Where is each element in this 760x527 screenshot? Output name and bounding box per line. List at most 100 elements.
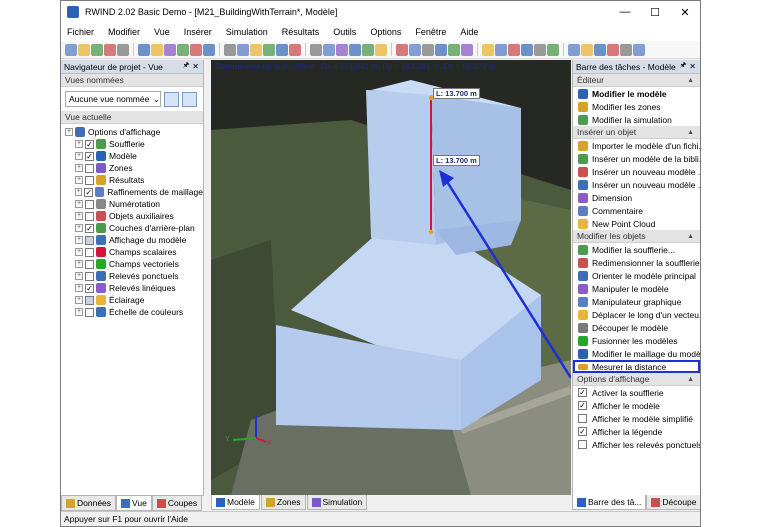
tree-item[interactable]: + ✓ Raffinements de maillage — [61, 186, 203, 198]
view-tab-1[interactable]: Zones — [260, 495, 306, 510]
apply-view-button[interactable] — [164, 91, 179, 107]
tree-item[interactable]: + Échelle de couleurs — [61, 306, 203, 318]
toolbar-tool-icon[interactable] — [151, 43, 163, 56]
task-resize[interactable]: Redimensionner la soufflerie — [573, 256, 700, 269]
menu-item-0[interactable]: Fichier — [67, 27, 94, 37]
3d-viewport[interactable]: Dimensions de la soufflerie : Dx = 171.9… — [211, 60, 571, 495]
tree-item[interactable]: + ✓ Modèle — [61, 150, 203, 162]
task-graphic-manipulator[interactable]: Manipulateur graphique — [573, 295, 700, 308]
expand-icon[interactable]: + — [65, 128, 73, 136]
maximize-button[interactable]: ☐ — [640, 1, 670, 23]
right-tab-0[interactable]: Barre des tâ... — [572, 495, 647, 510]
title-bar[interactable]: RWIND 2.02 Basic Demo - [M21_BuildingWit… — [61, 1, 700, 23]
left-tab-0[interactable]: Données — [61, 496, 117, 511]
tree-item[interactable]: + ✓ Soufflerie — [61, 138, 203, 150]
minimize-button[interactable]: — — [610, 1, 640, 23]
toolbar-tool-icon[interactable] — [620, 43, 632, 56]
toolbar-tool-icon[interactable] — [422, 43, 434, 56]
task-manipulate[interactable]: Manipuler le modèle — [573, 282, 700, 295]
checkbox[interactable]: ✓ — [85, 283, 94, 293]
expand-icon[interactable]: + — [75, 308, 83, 316]
checkbox[interactable] — [85, 235, 94, 245]
expand-icon[interactable]: + — [75, 224, 83, 232]
pin-icon[interactable]: 🖈 — [680, 61, 686, 72]
expand-icon[interactable]: + — [75, 152, 83, 160]
task-cut[interactable]: Découper le modèle — [573, 321, 700, 334]
toolbar-tool-icon[interactable] — [117, 43, 129, 56]
task-section-header[interactable]: Insérer un objet ▲ — [573, 126, 700, 139]
toolbar-tool-icon[interactable] — [534, 43, 546, 56]
toolbar-tool-icon[interactable] — [594, 43, 606, 56]
expand-icon[interactable]: + — [75, 284, 83, 292]
close-panel-icon[interactable]: ✕ — [192, 62, 199, 71]
display-option-row[interactable]: ✓ Afficher la légende — [573, 425, 700, 438]
task-new-model[interactable]: Insérer un nouveau modèle ... — [573, 178, 700, 191]
checkbox[interactable] — [85, 247, 94, 257]
toolbar-tool-icon[interactable] — [547, 43, 559, 56]
toolbar-tool-icon[interactable] — [190, 43, 202, 56]
toolbar-tool-icon[interactable] — [323, 43, 335, 56]
menu-item-2[interactable]: Vue — [154, 27, 170, 37]
toolbar-tool-icon[interactable] — [138, 43, 150, 56]
toolbar-tool-icon[interactable] — [349, 43, 361, 56]
menu-item-9[interactable]: Aide — [460, 27, 478, 37]
checkbox[interactable]: ✓ — [85, 139, 94, 149]
collapse-chevron-icon[interactable]: ▲ — [687, 129, 694, 136]
close-panel-icon[interactable]: ✕ — [689, 62, 696, 71]
task-dimension[interactable]: Dimension — [573, 191, 700, 204]
left-tab-1[interactable]: Vue — [116, 496, 152, 511]
toolbar-tool-icon[interactable] — [362, 43, 374, 56]
menu-item-7[interactable]: Options — [370, 27, 401, 37]
toolbar-tool-icon[interactable] — [482, 43, 494, 56]
display-option-row[interactable]: Afficher les relevés ponctuels — [573, 438, 700, 451]
expand-icon[interactable]: + — [75, 212, 83, 220]
toolbar-tool-icon[interactable] — [237, 43, 249, 56]
save-view-button[interactable] — [182, 91, 197, 107]
task-model-edit[interactable]: Modifier le modèle — [573, 87, 700, 100]
toolbar-tool-icon[interactable] — [177, 43, 189, 56]
toolbar-tool-icon[interactable] — [164, 43, 176, 56]
tree-item[interactable]: + Champs scalaires — [61, 246, 203, 258]
expand-icon[interactable]: + — [75, 248, 83, 256]
toolbar-tool-icon[interactable] — [461, 43, 473, 56]
checkbox[interactable] — [85, 259, 94, 269]
left-tab-2[interactable]: Coupes — [151, 496, 203, 511]
checkbox[interactable] — [85, 295, 94, 305]
task-import[interactable]: Importer le modèle d'un fichi... — [573, 139, 700, 152]
checkbox[interactable] — [85, 271, 94, 281]
toolbar-tool-icon[interactable] — [508, 43, 520, 56]
collapse-chevron-icon[interactable]: ▲ — [687, 376, 694, 383]
checkbox[interactable]: ✓ — [578, 427, 587, 436]
checkbox[interactable]: ✓ — [85, 223, 94, 233]
task-new-model[interactable]: Insérer un nouveau modèle ... — [573, 165, 700, 178]
checkbox[interactable] — [85, 307, 94, 317]
expand-icon[interactable]: + — [75, 200, 83, 208]
toolbar-tool-icon[interactable] — [633, 43, 645, 56]
tree-item[interactable]: + Champs vectoriels — [61, 258, 203, 270]
expand-icon[interactable]: + — [75, 176, 83, 184]
toolbar-tool-icon[interactable] — [203, 43, 215, 56]
toolbar-tool-icon[interactable] — [310, 43, 322, 56]
toolbar-tool-icon[interactable] — [78, 43, 90, 56]
task-simulation-edit[interactable]: Modifier la simulation — [573, 113, 700, 126]
toolbar-tool-icon[interactable] — [435, 43, 447, 56]
tree-item[interactable]: + Éclairage — [61, 294, 203, 306]
toolbar-tool-icon[interactable] — [276, 43, 288, 56]
toolbar-tool-icon[interactable] — [91, 43, 103, 56]
toolbar-tool-icon[interactable] — [289, 43, 301, 56]
task-mesh-edit[interactable]: Modifier le maillage du modèle — [573, 347, 700, 360]
toolbar-tool-icon[interactable] — [521, 43, 533, 56]
tree-item[interactable]: + Relevés ponctuels — [61, 270, 203, 282]
task-move-vector[interactable]: Déplacer le long d'un vecteu... — [573, 308, 700, 321]
toolbar-tool-icon[interactable] — [336, 43, 348, 56]
tree-item[interactable]: + ✓ Relevés linéiques — [61, 282, 203, 294]
view-tab-2[interactable]: Simulation — [306, 495, 368, 510]
expand-icon[interactable]: + — [75, 260, 83, 268]
menu-item-6[interactable]: Outils — [333, 27, 356, 37]
menu-item-5[interactable]: Résultats — [282, 27, 320, 37]
toolbar-tool-icon[interactable] — [104, 43, 116, 56]
checkbox[interactable]: ✓ — [85, 151, 94, 161]
named-views-section[interactable]: Vues nommées — [61, 74, 203, 87]
task-zones-edit[interactable]: Modifier les zones — [573, 100, 700, 113]
checkbox[interactable]: ✓ — [578, 388, 587, 397]
